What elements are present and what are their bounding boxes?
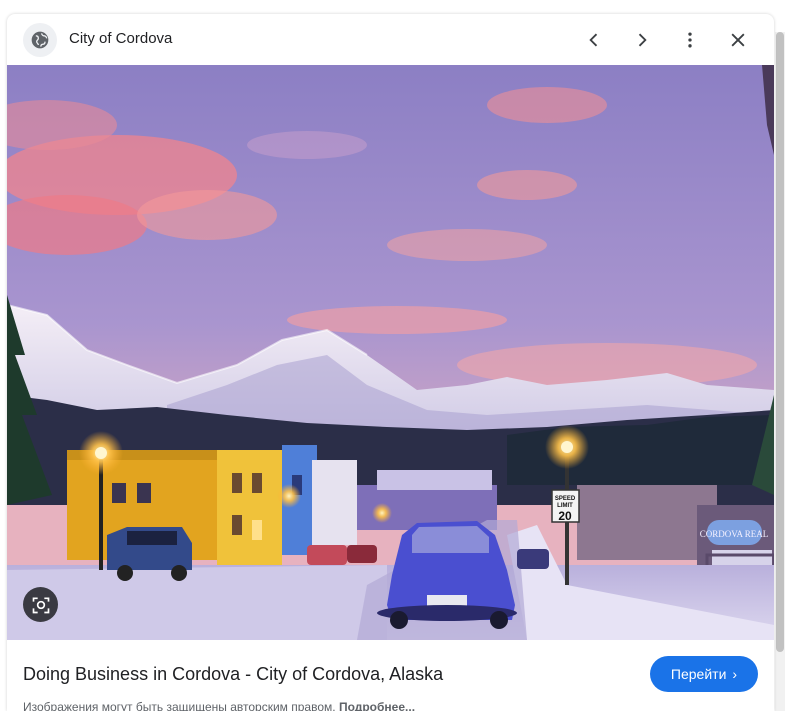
image-preview-panel: City of Cordova CORDOVA REAL SPEED LIMIT… bbox=[7, 14, 774, 711]
site-name[interactable]: City of Cordova bbox=[69, 30, 172, 47]
previous-button[interactable] bbox=[580, 26, 608, 54]
scrollbar-thumb[interactable] bbox=[776, 32, 784, 652]
visit-button[interactable]: Перейти › bbox=[650, 656, 758, 692]
visual-search-button[interactable] bbox=[23, 587, 58, 622]
preview-image[interactable]: CORDOVA REAL SPEED LIMIT 20 bbox=[7, 65, 774, 640]
more-vert-icon bbox=[688, 32, 692, 48]
learn-more-link[interactable]: Подробнее... bbox=[339, 700, 415, 711]
globe-icon bbox=[23, 23, 57, 57]
copyright-notice: Изображения могут быть защищены авторски… bbox=[23, 700, 415, 711]
chevron-right-icon: › bbox=[732, 666, 738, 682]
close-button[interactable] bbox=[724, 26, 752, 54]
more-options-button[interactable] bbox=[676, 26, 704, 54]
next-button[interactable] bbox=[628, 26, 656, 54]
preview-header: City of Cordova bbox=[7, 14, 774, 65]
copyright-text: Изображения могут быть защищены авторски… bbox=[23, 700, 336, 711]
visit-button-label: Перейти bbox=[670, 666, 727, 682]
lens-search-icon bbox=[32, 597, 49, 613]
chevron-left-icon bbox=[589, 33, 598, 47]
close-icon bbox=[731, 33, 745, 47]
page-scrollbar[interactable] bbox=[775, 32, 785, 711]
store-sign-text: CORDOVA REAL bbox=[700, 529, 769, 539]
speed-sign-speed: SPEED bbox=[555, 496, 576, 502]
speed-sign-value: 20 bbox=[558, 509, 572, 523]
chevron-right-icon bbox=[638, 33, 647, 47]
image-caption[interactable]: Doing Business in Cordova - City of Cord… bbox=[23, 664, 443, 685]
